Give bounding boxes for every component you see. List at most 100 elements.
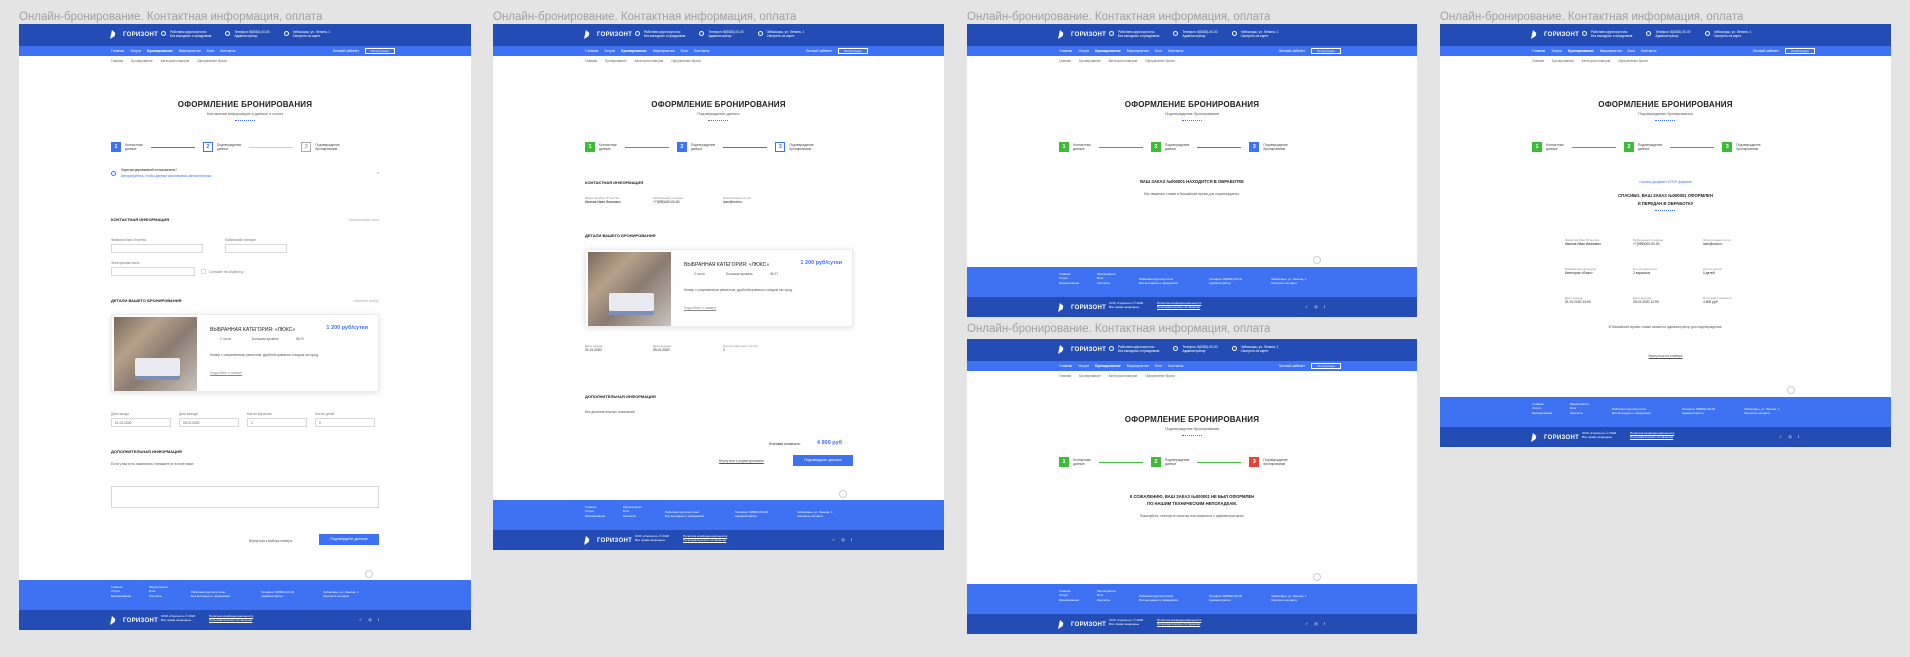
- nav-services[interactable]: Услуги: [1078, 49, 1089, 53]
- logo[interactable]: ГОРИЗОНТ: [584, 30, 632, 39]
- instagram-icon[interactable]: ◎: [368, 617, 372, 622]
- breadcrumb-item[interactable]: Категории номеров: [1109, 59, 1138, 63]
- terms-link[interactable]: Пользовательское соглашение: [1157, 305, 1201, 309]
- nav-home[interactable]: Главная: [585, 49, 598, 53]
- vk-icon[interactable]: ✓: [359, 617, 362, 622]
- contact-address[interactable]: Чебоксары, ул. Ленина, 1 Смотреть на карт…: [283, 30, 330, 39]
- footer-link[interactable]: Бронирование: [111, 594, 131, 598]
- footer-logo[interactable]: ГОРИЗОНТ: [1531, 433, 1579, 442]
- nav-home[interactable]: Главная: [1059, 49, 1072, 53]
- nav-booking[interactable]: Бронирование: [147, 49, 173, 53]
- phone-field[interactable]: [225, 244, 287, 253]
- children-select[interactable]: 0: [315, 418, 375, 427]
- logo[interactable]: ГОРИЗОНТ: [1058, 30, 1106, 39]
- footer-contact[interactable]: Смотреть на карте: [1271, 598, 1307, 602]
- facebook-icon[interactable]: f: [1324, 304, 1325, 309]
- footer-contact[interactable]: Смотреть на карте: [323, 594, 359, 598]
- nav-events[interactable]: Мероприятия: [179, 49, 201, 53]
- consent-checkbox[interactable]: [201, 269, 206, 274]
- instagram-icon[interactable]: ◎: [1788, 434, 1792, 439]
- register-button[interactable]: Регистрация: [1311, 48, 1341, 54]
- breadcrumb-item[interactable]: Бронирование: [605, 59, 626, 63]
- nav-contacts[interactable]: Контакты: [1168, 49, 1183, 53]
- breadcrumb-item[interactable]: Бронирование: [1079, 374, 1100, 378]
- nav-events[interactable]: Мероприятия: [1600, 49, 1622, 53]
- contact-phone[interactable]: Телефон: 8(8352)-00-00 Администратор: [1646, 30, 1691, 39]
- checkout-field[interactable]: 05.01.2020: [179, 418, 239, 427]
- scroll-top-button[interactable]: [1313, 256, 1321, 264]
- nav-home[interactable]: Главная: [111, 49, 124, 53]
- contact-phone[interactable]: Телефон: 8(8352)-00-00 Администратор: [699, 30, 744, 39]
- nav-events[interactable]: Мероприятия: [1127, 364, 1149, 368]
- submit-button[interactable]: Подтвердите данные: [319, 534, 379, 545]
- comment-textarea[interactable]: [111, 486, 379, 508]
- terms-link[interactable]: Пользовательское соглашение: [209, 618, 253, 622]
- nav-home[interactable]: Главная: [1532, 49, 1545, 53]
- footer-logo[interactable]: ГОРИЗОНТ: [1058, 303, 1106, 312]
- nav-services[interactable]: Услуги: [1078, 364, 1089, 368]
- nav-booking[interactable]: Бронирование: [1095, 49, 1121, 53]
- scroll-top-button[interactable]: [839, 490, 847, 498]
- footer-link[interactable]: Контакты: [1097, 281, 1116, 285]
- nav-contacts[interactable]: Контакты: [220, 49, 235, 53]
- nav-blog[interactable]: Блог: [207, 49, 215, 53]
- room-more-link[interactable]: Подробнее о номере: [684, 306, 716, 310]
- register-button[interactable]: Регистрация: [1311, 363, 1341, 369]
- contact-address[interactable]: Чебоксары, ул. Ленина, 1 Смотреть на карт…: [1231, 345, 1278, 354]
- contact-address[interactable]: Чебоксары, ул. Ленина, 1 Смотреть на карт…: [1704, 30, 1751, 39]
- footer-link[interactable]: Контакты: [1097, 598, 1116, 602]
- logo[interactable]: ГОРИЗОНТ: [1531, 30, 1579, 39]
- facebook-icon[interactable]: f: [851, 537, 852, 542]
- breadcrumb-item[interactable]: Главная: [1059, 374, 1071, 378]
- footer-contact[interactable]: Смотреть на карте: [797, 514, 833, 518]
- nav-booking[interactable]: Бронирование: [621, 49, 647, 53]
- register-button[interactable]: Регистрация: [365, 48, 395, 54]
- register-button[interactable]: Регистрация: [838, 48, 868, 54]
- contact-phone[interactable]: Телефон: 8(8352)-00-00 Администратор: [1173, 345, 1218, 354]
- breadcrumb-item[interactable]: Главная: [1532, 59, 1544, 63]
- breadcrumb-item[interactable]: Категории номеров: [1109, 374, 1138, 378]
- nav-blog[interactable]: Блог: [681, 49, 689, 53]
- logo[interactable]: ГОРИЗОНТ: [110, 30, 158, 39]
- footer-logo[interactable]: ГОРИЗОНТ: [584, 536, 632, 545]
- checkin-field[interactable]: 01.01.2020: [111, 418, 171, 427]
- breadcrumb-item[interactable]: Бронирование: [1079, 59, 1100, 63]
- footer-link[interactable]: Бронирование: [1059, 598, 1079, 602]
- scroll-top-button[interactable]: [1787, 386, 1795, 394]
- submit-button[interactable]: Подтвердите данные: [793, 455, 853, 466]
- facebook-icon[interactable]: f: [1324, 621, 1325, 626]
- notice-text[interactable]: Авторизуйтесь, чтобы данные заполнились …: [121, 174, 211, 178]
- footer-contact[interactable]: Смотреть на карте: [1271, 281, 1307, 285]
- footer-logo[interactable]: ГОРИЗОНТ: [1058, 620, 1106, 629]
- contact-address[interactable]: Чебоксары, ул. Ленина, 1 Смотреть на карт…: [757, 30, 804, 39]
- vk-icon[interactable]: ✓: [1305, 621, 1308, 626]
- logo[interactable]: ГОРИЗОНТ: [1058, 345, 1106, 354]
- back-link[interactable]: Вернуться к редактированию: [719, 459, 764, 463]
- nav-blog[interactable]: Блог: [1155, 49, 1163, 53]
- footer-contact[interactable]: Смотреть на карте: [1744, 411, 1780, 415]
- account-link[interactable]: Личный кабинет: [806, 49, 832, 53]
- close-icon[interactable]: ×: [377, 171, 379, 175]
- breadcrumb-item[interactable]: Главная: [585, 59, 597, 63]
- register-button[interactable]: Регистрация: [1785, 48, 1815, 54]
- terms-link[interactable]: Пользовательское соглашение: [1157, 622, 1201, 626]
- footer-link[interactable]: Контакты: [1570, 411, 1589, 415]
- contact-phone[interactable]: Телефон: 8(8352)-00-00 Администратор: [1173, 30, 1218, 39]
- footer-logo[interactable]: ГОРИЗОНТ: [110, 616, 158, 625]
- name-field[interactable]: [111, 244, 203, 253]
- adults-select[interactable]: 1: [247, 418, 307, 427]
- nav-contacts[interactable]: Контакты: [1641, 49, 1656, 53]
- nav-contacts[interactable]: Контакты: [694, 49, 709, 53]
- instagram-icon[interactable]: ◎: [1314, 621, 1318, 626]
- nav-contacts[interactable]: Контакты: [1168, 364, 1183, 368]
- nav-home[interactable]: Главная: [1059, 364, 1072, 368]
- nav-events[interactable]: Мероприятия: [1127, 49, 1149, 53]
- nav-services[interactable]: Услуги: [130, 49, 141, 53]
- instagram-icon[interactable]: ◎: [841, 537, 845, 542]
- scroll-top-button[interactable]: [1313, 573, 1321, 581]
- back-link[interactable]: Вернуться к выбору номера: [249, 539, 292, 543]
- account-link[interactable]: Личный кабинет: [1753, 49, 1779, 53]
- room-more-link[interactable]: Подробнее о номере: [210, 371, 242, 375]
- nav-services[interactable]: Услуги: [604, 49, 615, 53]
- email-field[interactable]: [111, 267, 195, 276]
